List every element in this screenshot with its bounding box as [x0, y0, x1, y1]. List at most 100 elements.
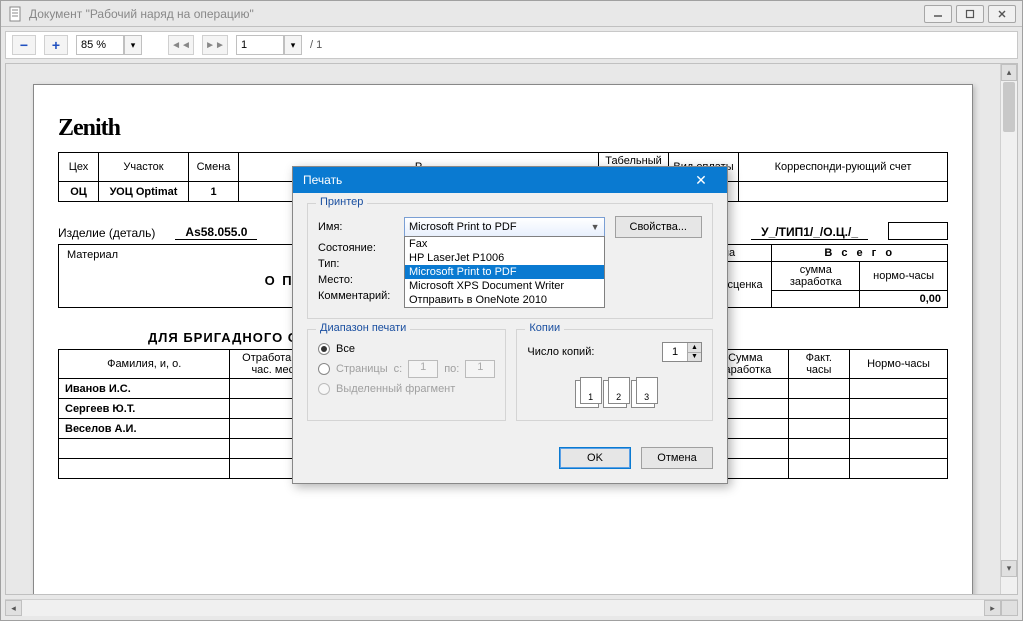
range-fieldset: Диапазон печати Все Страницы с: 1 по: 1 …: [307, 329, 506, 421]
toolbar: − + 85 % ▾ ◄◄ ►► 1 ▾ / 1: [5, 31, 1018, 59]
cancel-button[interactable]: Отмена: [641, 447, 713, 469]
close-button[interactable]: [988, 5, 1016, 23]
zoom-value[interactable]: 85 %: [76, 35, 124, 55]
hrs-label: нормо-часы: [860, 262, 948, 291]
table-cell: [788, 459, 849, 479]
chevron-down-icon: ▼: [591, 222, 600, 232]
table-cell: [849, 399, 947, 419]
range-selection-radio[interactable]: [318, 383, 330, 395]
table-cell: [788, 399, 849, 419]
ok-button[interactable]: OK: [559, 447, 631, 469]
copies-label: Число копий:: [527, 346, 594, 358]
route-value: У_/ТИП1/_/О.Ц./_: [751, 225, 868, 240]
collate-icon: 3: [631, 380, 655, 408]
detail-label: Изделие (деталь): [58, 226, 155, 240]
table-cell: Иванов И.С.: [59, 379, 230, 399]
type-label: Тип:: [318, 258, 394, 270]
state-label: Состояние:: [318, 242, 394, 254]
dialog-close-button[interactable]: ✕: [685, 167, 717, 193]
name-label: Имя:: [318, 221, 394, 233]
table-cell: [59, 459, 230, 479]
printer-option[interactable]: Microsoft XPS Document Writer: [405, 279, 604, 293]
zoom-dropdown-button[interactable]: ▾: [124, 35, 142, 55]
copies-fieldset: Копии Число копий: 1 ▲ ▼ 1 2 3: [516, 329, 713, 421]
hdr-col: Корреспонди-рующий счет: [739, 153, 948, 182]
hdr-cell: ОЦ: [59, 182, 99, 202]
col-fio: Фамилия, и, о.: [59, 350, 230, 379]
hdr-col: Смена: [189, 153, 239, 182]
table-cell: [849, 439, 947, 459]
sum-label: сумма заработка: [772, 262, 860, 291]
printer-option[interactable]: Отправить в OneNote 2010: [405, 293, 604, 307]
vertical-scrollbar[interactable]: ▴ ▾: [1000, 64, 1017, 594]
printer-name-combo[interactable]: Microsoft Print to PDF ▼ FaxHP LaserJet …: [404, 217, 605, 237]
maximize-button[interactable]: [956, 5, 984, 23]
logo: Zenith: [58, 115, 948, 142]
range-legend: Диапазон печати: [316, 322, 410, 334]
range-from-label: с:: [394, 363, 403, 375]
properties-button[interactable]: Свойства...: [615, 216, 702, 238]
scroll-corner: [1001, 600, 1018, 616]
scroll-down-button[interactable]: ▾: [1001, 560, 1017, 577]
copies-value: 1: [663, 343, 687, 361]
copies-legend: Копии: [525, 322, 564, 334]
scroll-left-button[interactable]: ◂: [5, 600, 22, 616]
printer-fieldset: Принтер Имя: Microsoft Print to PDF ▼ Fa…: [307, 203, 713, 319]
copies-up-button[interactable]: ▲: [687, 343, 701, 352]
table-cell: [849, 379, 947, 399]
hdr-cell: [739, 182, 948, 202]
comment-label: Комментарий:: [318, 290, 390, 302]
total-heading: В с е г о: [772, 245, 948, 262]
copies-down-button[interactable]: ▼: [687, 352, 701, 362]
collate-preview: 1 2 3: [527, 380, 702, 408]
copies-spinner[interactable]: 1 ▲ ▼: [662, 342, 702, 362]
range-from-input[interactable]: 1: [408, 360, 438, 378]
print-dialog: Печать ✕ Принтер Имя: Microsoft Print to…: [292, 166, 728, 484]
range-to-input[interactable]: 1: [465, 360, 495, 378]
range-pages-label: Страницы: [336, 363, 388, 375]
printer-name-dropdown-list[interactable]: FaxHP LaserJet P1006Microsoft Print to P…: [404, 236, 605, 308]
material-label: Материал: [67, 249, 118, 261]
printer-option[interactable]: Microsoft Print to PDF: [405, 265, 604, 279]
printer-legend: Принтер: [316, 196, 367, 208]
zoom-out-button[interactable]: −: [12, 35, 36, 55]
col-fact: Факт. часы: [788, 350, 849, 379]
dialog-titlebar[interactable]: Печать ✕: [293, 167, 727, 193]
dialog-title: Печать: [303, 173, 685, 187]
range-selection-label: Выделенный фрагмент: [336, 383, 455, 395]
collate-icon: 1: [575, 380, 599, 408]
table-cell: Веселов А.И.: [59, 419, 230, 439]
blank-box: [888, 222, 948, 240]
next-page-button[interactable]: ►►: [202, 35, 228, 55]
table-cell: [788, 419, 849, 439]
page-total: / 1: [310, 39, 322, 51]
place-label: Место:: [318, 274, 394, 286]
table-cell: [849, 459, 947, 479]
zoom-in-button[interactable]: +: [44, 35, 68, 55]
hdr-cell: 1: [189, 182, 239, 202]
hdr-cell: УОЦ Optimat: [99, 182, 189, 202]
range-to-label: по:: [444, 363, 459, 375]
scroll-up-button[interactable]: ▴: [1001, 64, 1017, 81]
printer-option[interactable]: Fax: [405, 237, 604, 251]
sum-value: [772, 291, 860, 308]
page-input[interactable]: 1: [236, 35, 284, 55]
scroll-right-button[interactable]: ▸: [984, 600, 1001, 616]
prev-page-button[interactable]: ◄◄: [168, 35, 194, 55]
range-all-radio[interactable]: [318, 343, 330, 355]
range-pages-radio[interactable]: [318, 363, 330, 375]
horizontal-scrollbar[interactable]: ◂ ▸: [5, 599, 1018, 616]
minimize-button[interactable]: [924, 5, 952, 23]
window-title: Документ "Рабочий наряд на операцию": [29, 7, 924, 21]
hdr-col: Участок: [99, 153, 189, 182]
window-controls: [924, 5, 1016, 23]
printer-option[interactable]: HP LaserJet P1006: [405, 251, 604, 265]
hrs-value: 0,00: [860, 291, 948, 308]
page-dropdown-button[interactable]: ▾: [284, 35, 302, 55]
scroll-thumb[interactable]: [1003, 82, 1015, 132]
hdr-col: Цех: [59, 153, 99, 182]
titlebar: Документ "Рабочий наряд на операцию": [1, 1, 1022, 27]
printer-name-selected: Microsoft Print to PDF: [409, 221, 517, 233]
range-all-label: Все: [336, 343, 355, 355]
table-cell: [849, 419, 947, 439]
